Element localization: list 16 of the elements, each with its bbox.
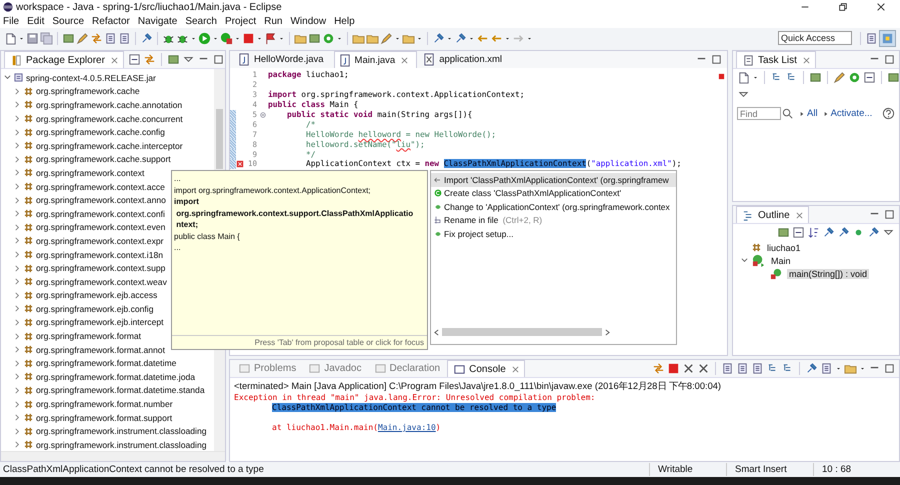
- console-header: <terminated> Main [Java Application] C:\Program Files\Java\jre1.8.0_111\bin\javaw.exe (2016年12月28日 下午8:00:04): [234, 380, 722, 393]
- popup-text: ntext;: [175, 219, 199, 230]
- status-field: Writable: [649, 463, 726, 476]
- popup-hint: Press 'Tab' from proposal table or click for focus: [172, 335, 427, 349]
- popup-text: import org.springframework.context.ApplicationContext;: [174, 184, 372, 196]
- popup-text: public class Main {: [174, 230, 241, 242]
- popup-text: org.springframework.context.support.ClassPathXmlApplicatio: [175, 208, 414, 219]
- popup-text: import: [174, 196, 200, 208]
- console-line: Exception in thread "main" java.lang.Error: Unresolved compilation problem:: [234, 393, 596, 403]
- status-field: Smart Insert: [726, 463, 813, 476]
- window-title: workspace - Java - spring-1/src/liuchao1/Main.java - Eclipse: [16, 2, 283, 12]
- popup-text: ...: [174, 242, 182, 254]
- status-field: 10 : 68: [813, 463, 900, 476]
- status-message: ClassPathXmlApplicationContext cannot be resolved to a type: [2, 464, 265, 475]
- popup-text: ...: [174, 173, 182, 184]
- console-line: at liuchao1.Main.main(Main.java:10): [271, 422, 442, 433]
